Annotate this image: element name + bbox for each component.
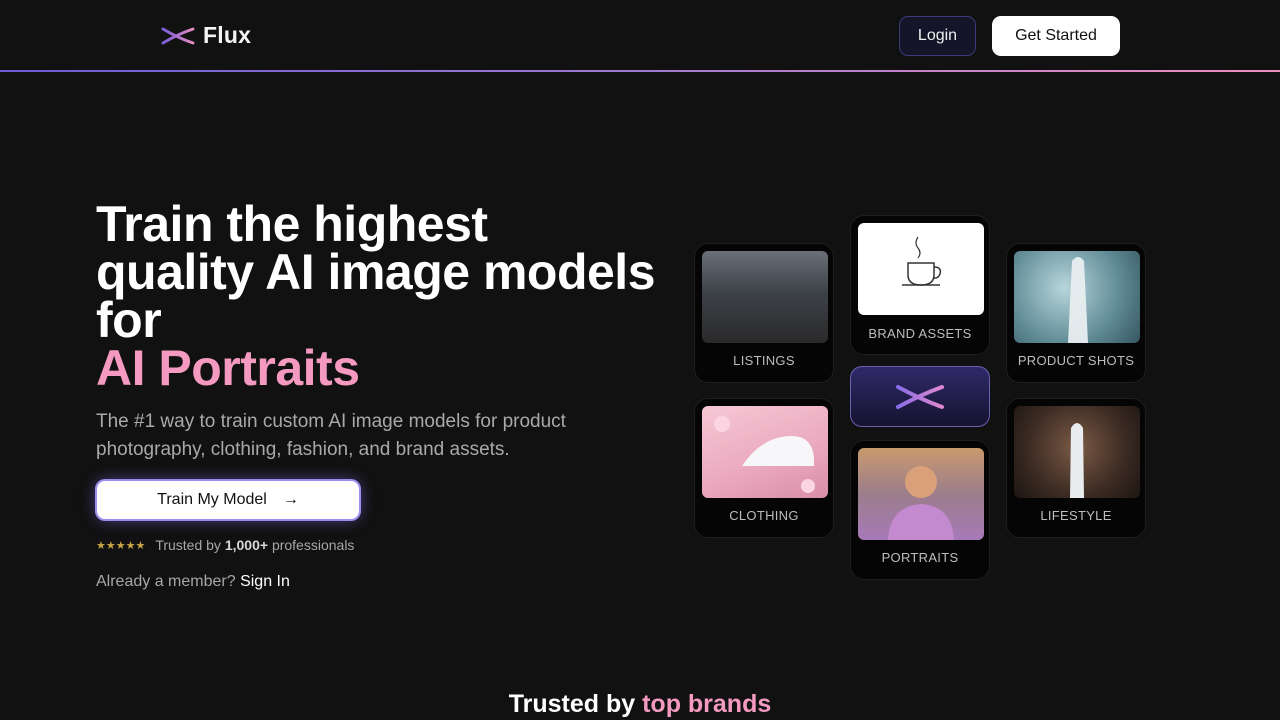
- product-shots-image: [1014, 251, 1140, 343]
- sneaker-icon: [714, 416, 815, 493]
- rating-stars-icon: ★★★★★: [96, 539, 146, 552]
- train-my-model-button[interactable]: Train My Model →: [97, 481, 359, 519]
- portraits-image: [858, 448, 984, 540]
- sign-in-link[interactable]: Sign In: [240, 573, 290, 590]
- card-label-product-shots: PRODUCT SHOTS: [1017, 353, 1135, 368]
- flux-logo-icon: [896, 384, 944, 409]
- site-header: Flux Login Get Started: [0, 0, 1280, 70]
- arrow-right-icon: →: [282, 491, 299, 508]
- trusted-brands-heading: Trusted by top brands: [0, 690, 1280, 719]
- trusted-by-row: ★★★★★ Trusted by 1,000+ professionals: [96, 537, 354, 553]
- trusted-suffix: professionals: [271, 537, 355, 553]
- card-label-portraits: PORTRAITS: [881, 550, 959, 565]
- brands-title-main: Trusted by: [508, 690, 636, 718]
- bottle-icon: [1068, 257, 1088, 343]
- lifestyle-image: [1014, 406, 1140, 498]
- center-logo-tile: [850, 366, 990, 427]
- card-brand-assets: BRAND ASSETS: [850, 215, 990, 355]
- header-divider: [0, 70, 1280, 72]
- listings-image: [702, 251, 828, 343]
- coffee-cup-icon: [902, 236, 942, 286]
- brand-assets-image: [858, 223, 984, 315]
- card-listings: LISTINGS: [694, 243, 834, 383]
- member-prompt: Already a member?: [96, 573, 236, 590]
- get-started-button[interactable]: Get Started: [992, 16, 1120, 56]
- card-product-shots: PRODUCT SHOTS: [1006, 243, 1146, 383]
- hero-title: Train the highest quality AI image model…: [96, 199, 656, 396]
- person-icon: [888, 466, 954, 540]
- card-label-clothing: CLOTHING: [729, 508, 799, 523]
- card-label-listings: LISTINGS: [733, 353, 795, 368]
- trusted-text: Trusted by 1,000+ professionals: [155, 537, 354, 553]
- card-portraits: PORTRAITS: [850, 440, 990, 580]
- logo-text: Flux: [203, 22, 252, 48]
- logo[interactable]: Flux: [161, 22, 251, 49]
- train-button-label: Train My Model: [157, 491, 267, 508]
- clothing-image: [702, 406, 828, 498]
- hero-title-main: Train the highest quality AI image model…: [96, 196, 656, 348]
- card-label-lifestyle: LIFESTYLE: [1040, 508, 1112, 523]
- trusted-prefix: Trusted by: [155, 537, 221, 553]
- card-label-brand-assets: BRAND ASSETS: [868, 326, 972, 341]
- flux-logo-icon: [161, 27, 195, 44]
- login-button[interactable]: Login: [899, 16, 976, 56]
- hero-title-accent: AI Portraits: [96, 340, 360, 396]
- card-clothing: CLOTHING: [694, 398, 834, 538]
- member-row: Already a member? Sign In: [96, 573, 290, 591]
- trusted-count: 1,000+: [224, 537, 269, 553]
- hero-subtitle: The #1 way to train custom AI image mode…: [96, 411, 566, 460]
- brands-title-accent: top brands: [642, 690, 772, 718]
- bottle-icon: [1070, 423, 1084, 498]
- card-lifestyle: LIFESTYLE: [1006, 398, 1146, 538]
